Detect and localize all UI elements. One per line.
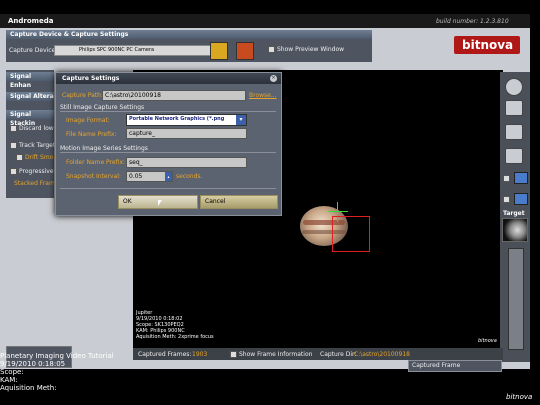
captured-frames-value: 1903 xyxy=(192,351,208,358)
section-divider xyxy=(60,111,276,112)
layers-icon[interactable] xyxy=(505,100,523,116)
capture-path-label: Capture Path: xyxy=(62,92,103,99)
show-frame-info-label: Show Frame Information xyxy=(239,351,313,358)
captured-frame-label: Captured Frame xyxy=(412,362,461,369)
subtitle-line: Planetary Imaging Video Tutorial xyxy=(0,352,114,360)
file-prefix-label: File Name Prefix: xyxy=(66,131,117,138)
browse-link[interactable]: Browse... xyxy=(249,92,277,99)
progressive-checkbox[interactable] xyxy=(10,168,17,175)
show-frame-info-checkbox[interactable] xyxy=(230,351,237,358)
image-format-value: Portable Network Graphics (*.png xyxy=(129,116,225,122)
window-title: Andromeda xyxy=(8,17,54,25)
image-format-select[interactable]: Portable Network Graphics (*.png ▾ xyxy=(126,114,247,126)
snapshot-interval-value: 0.05 xyxy=(129,173,143,180)
capture-dir-value[interactable]: C:\astro\20100918 xyxy=(354,351,410,358)
overlay-line: Aquisition Meth: 2xprime focus xyxy=(136,334,214,340)
overlay-brand: bitnova xyxy=(478,338,497,344)
track-target-checkbox[interactable] xyxy=(10,142,17,149)
subtitle-brand: bitnova xyxy=(506,393,533,401)
right-option-checkbox[interactable] xyxy=(503,175,510,182)
progressive-label: Progressive xyxy=(19,168,54,175)
close-icon[interactable]: × xyxy=(270,75,277,82)
image-format-label: Image Format: xyxy=(66,117,110,124)
motion-section-header: Motion Image Series Settings xyxy=(60,145,148,152)
subtitle-line: Aquisition Meth: xyxy=(0,384,57,392)
captured-frames-label: Captured Frames: xyxy=(138,351,192,358)
frame-info-overlay: Jupiter 9/19/2010 0:18:02 Scope: SK130PE… xyxy=(136,310,214,340)
seconds-label: seconds. xyxy=(176,173,203,180)
still-section-header: Still Image Capture Settings xyxy=(60,104,145,111)
spinner-icon[interactable]: ▴ xyxy=(165,172,172,181)
build-number: build number: 1.2.3.810 xyxy=(436,18,509,25)
capture-device-value: Philips SPC 900NC PC Camera xyxy=(79,47,155,53)
file-prefix-field[interactable]: capture_ xyxy=(126,128,247,139)
stacked-frames-label: Stacked Frame xyxy=(14,180,59,187)
layout-icon[interactable] xyxy=(514,193,528,205)
drift-smooth-checkbox[interactable] xyxy=(16,154,23,161)
signal-alter-header[interactable]: Signal Altera xyxy=(6,92,54,101)
subtitle-overlay: Planetary Imaging Video Tutorial 9/19/20… xyxy=(0,352,114,392)
discard-low-checkbox[interactable] xyxy=(10,125,17,132)
capture-settings-dialog: Capture Settings × Capture Path: C:\astr… xyxy=(55,72,282,216)
discard-low-label: Discard low xyxy=(19,125,54,132)
grid-icon[interactable] xyxy=(514,172,528,184)
target-thumbnail xyxy=(502,218,528,242)
subtitle-line: Scope: xyxy=(0,368,24,376)
signal-enhance-header[interactable]: Signal Enhan xyxy=(6,72,54,89)
crosshair-horizontal xyxy=(328,211,348,212)
track-target-label: Track Target xyxy=(19,142,56,149)
capture-device-section-header: Capture Device & Capture Settings xyxy=(6,30,372,39)
camera-settings-icon[interactable] xyxy=(210,42,228,60)
subtitle-line: KAM: xyxy=(0,376,18,384)
capture-device-label: Capture Device: xyxy=(9,47,58,54)
dialog-title: Capture Settings xyxy=(62,75,120,82)
film-strip-icon[interactable] xyxy=(236,42,254,60)
right-option-checkbox[interactable] xyxy=(503,196,510,203)
snapshot-interval-label: Snapshot Interval: xyxy=(66,173,121,180)
folder-prefix-field[interactable]: seq_ xyxy=(126,157,247,168)
tracking-box xyxy=(332,216,370,252)
record-button[interactable] xyxy=(505,78,523,96)
show-preview-checkbox[interactable] xyxy=(268,46,275,53)
snapshot-interval-field[interactable]: 0.05 ▴ xyxy=(126,171,173,182)
scrollbar[interactable] xyxy=(508,248,524,350)
capture-device-select[interactable]: Philips SPC 900NC PC Camera ▾ xyxy=(54,45,222,56)
disc-icon[interactable] xyxy=(505,148,523,164)
signal-stack-header[interactable]: Signal Stackin xyxy=(6,110,54,127)
capture-dir-label: Capture Dir: xyxy=(320,351,357,358)
brand-logo-text: bitnova xyxy=(462,38,514,52)
chevron-down-icon: ▾ xyxy=(236,115,246,125)
dialog-button-divider xyxy=(60,188,276,189)
capture-path-field[interactable]: C:\astro\20100918 xyxy=(102,90,246,101)
monitor-icon[interactable] xyxy=(505,124,523,140)
cancel-button[interactable]: Cancel xyxy=(200,195,278,209)
target-label: Target xyxy=(503,210,525,217)
mouse-cursor-icon xyxy=(158,200,162,206)
folder-prefix-label: Folder Name Prefix: xyxy=(66,159,125,166)
subtitle-line: 9/19/2010 0:18:05 xyxy=(0,360,66,368)
show-preview-label: Show Preview Window xyxy=(277,46,345,53)
section-divider xyxy=(60,152,276,153)
